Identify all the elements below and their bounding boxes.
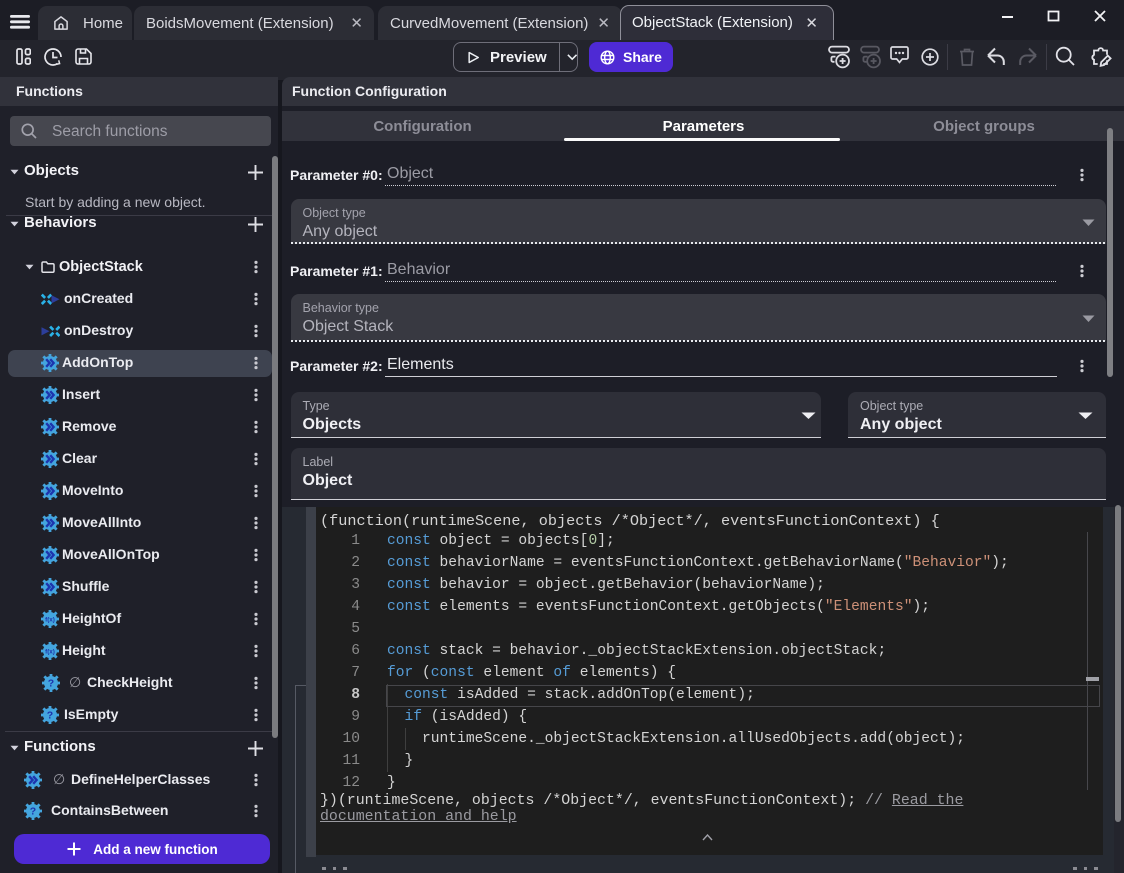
svg-text:?: ? <box>48 678 54 690</box>
svg-text:?: ? <box>30 806 36 818</box>
svg-text:f(x): f(x) <box>45 617 55 624</box>
svg-text:f(x): f(x) <box>45 649 55 656</box>
svg-text:?: ? <box>47 710 53 722</box>
